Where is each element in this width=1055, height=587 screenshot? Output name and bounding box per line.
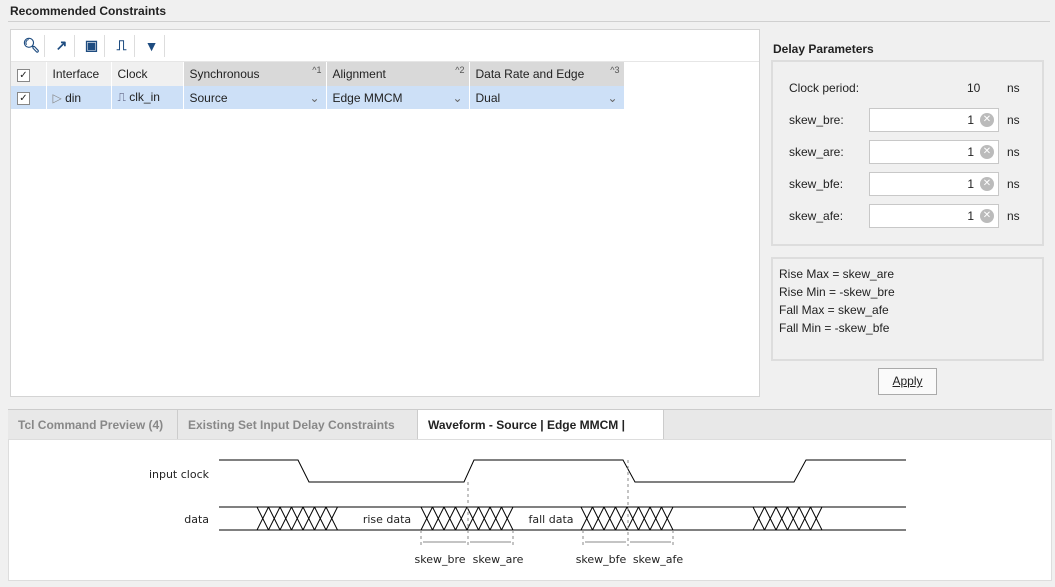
unit-label: ns [1007, 177, 1020, 191]
tab-tcl-preview[interactable]: Tcl Command Preview (4) [8, 410, 178, 440]
param-row: skew_are: [789, 140, 844, 164]
waveform-diagram: input clock data rise data fall data ske… [149, 459, 906, 566]
skew-afe-input[interactable]: 1 ✕ [869, 204, 999, 228]
data-label: data [184, 513, 209, 526]
skew-label: skew_are [473, 553, 524, 566]
clear-icon[interactable]: ✕ [980, 145, 994, 159]
input-value: 1 [967, 177, 974, 191]
formula-line: Fall Max = skew_afe [779, 303, 889, 317]
param-label: skew_bfe: [789, 177, 844, 191]
skew-are-input[interactable]: 1 ✕ [869, 140, 999, 164]
formula-line: Fall Min = -skew_bfe [779, 321, 890, 335]
clear-icon[interactable]: ✕ [980, 177, 994, 191]
tab-existing-constraints[interactable]: Existing Set Input Delay Constraints (0) [178, 410, 418, 462]
param-row: skew_bfe: [789, 172, 843, 196]
clear-icon[interactable]: ✕ [980, 209, 994, 223]
param-row: skew_afe: [789, 204, 843, 228]
clock-signal [219, 459, 906, 483]
skew-guides [420, 460, 674, 546]
formulas-panel: Rise Max = skew_are Rise Min = -skew_bre… [771, 257, 1044, 361]
skew-label: skew_bre [414, 553, 465, 566]
tab-bar: Tcl Command Preview (4) Existing Set Inp… [8, 409, 1052, 462]
skew-label: skew_afe [633, 553, 684, 566]
input-value: 1 [967, 145, 974, 159]
fall-data-label: fall data [529, 513, 574, 526]
skew-label: skew_bfe [576, 553, 627, 566]
tab-waveform[interactable]: Waveform - Source | Edge MMCM | Dual [418, 410, 664, 462]
apply-button[interactable]: Apply [878, 368, 937, 395]
formula-line: Rise Min = -skew_bre [779, 285, 895, 299]
input-value: 1 [967, 209, 974, 223]
unit-label: ns [1007, 209, 1020, 223]
param-label: skew_are: [789, 145, 844, 159]
rise-data-label: rise data [363, 513, 411, 526]
skew-bfe-input[interactable]: 1 ✕ [869, 172, 999, 196]
formula-line: Rise Max = skew_are [779, 267, 895, 281]
param-label: skew_afe: [789, 209, 844, 223]
clock-label: input clock [149, 468, 210, 481]
waveform-panel: input clock data rise data fall data ske… [8, 439, 1052, 581]
unit-label: ns [1007, 145, 1020, 159]
